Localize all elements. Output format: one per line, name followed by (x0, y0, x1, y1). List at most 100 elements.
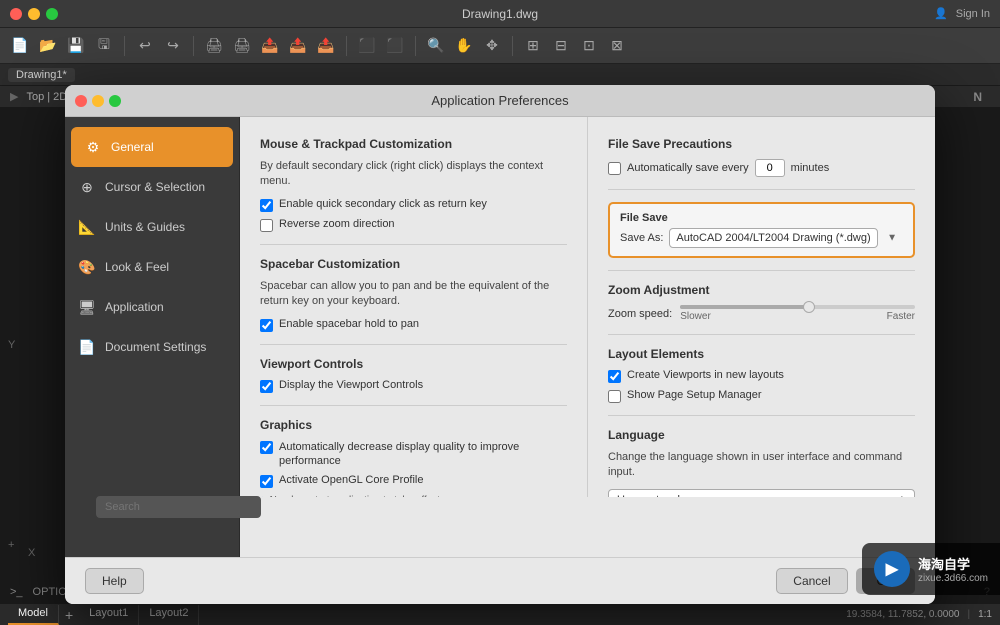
mouse-desc: By default secondary click (right click)… (260, 159, 567, 190)
separator-4 (415, 36, 416, 56)
display-viewport-checkbox[interactable] (260, 380, 273, 393)
search-input[interactable] (96, 496, 261, 518)
auto-decrease-checkbox[interactable] (260, 441, 273, 454)
enable-quick-secondary-label: Enable quick secondary click as return k… (279, 198, 487, 210)
command-prompt: >_ (10, 586, 23, 598)
mouse-section-title: Mouse & Trackpad Customization (260, 137, 567, 151)
print-button[interactable]: 🖨 (202, 34, 226, 58)
view1-button[interactable]: ⊞ (521, 34, 545, 58)
general-label: General (111, 140, 154, 154)
sidebar-item-document[interactable]: 📄 Document Settings (65, 327, 239, 367)
dialog-minimize[interactable] (92, 95, 104, 107)
save-as-select[interactable]: AutoCAD 2004/LT2004 Drawing (*.dwg) (669, 228, 878, 248)
print2-button[interactable]: 🖨 (230, 34, 254, 58)
cursor-label: Cursor & Selection (105, 180, 205, 194)
look-icon: 🎨 (77, 257, 97, 277)
separator-3 (346, 36, 347, 56)
spacebar-section-title: Spacebar Customization (260, 257, 567, 271)
view2-button[interactable]: ⊟ (549, 34, 573, 58)
file-save-precautions-title: File Save Precautions (608, 137, 915, 151)
minimize-button[interactable] (28, 8, 40, 20)
divider-5 (608, 189, 915, 190)
save-button[interactable]: 💾 (64, 34, 88, 58)
create-viewports-checkbox[interactable] (608, 370, 621, 383)
autosave-checkbox[interactable] (608, 162, 621, 175)
sign-in-label[interactable]: Sign In (956, 8, 990, 20)
tab-layout2[interactable]: Layout2 (139, 605, 199, 625)
enable-quick-secondary-row: Enable quick secondary click as return k… (260, 198, 567, 212)
sidebar-item-application[interactable]: 🖥 Application (65, 287, 239, 327)
close-button[interactable] (10, 8, 22, 20)
scale-display: 1:1 (978, 609, 992, 620)
sidebar-item-units[interactable]: 📐 Units & Guides (65, 207, 239, 247)
maximize-button[interactable] (46, 8, 58, 20)
enable-spacebar-checkbox[interactable] (260, 319, 273, 332)
display-viewport-row: Display the Viewport Controls (260, 379, 567, 393)
graphics-section-title: Graphics (260, 418, 567, 432)
dialog-maximize[interactable] (109, 95, 121, 107)
bottom-bar: Model + Layout1 Layout2 19.3584, 11.7852… (0, 603, 1000, 625)
tab-model[interactable]: Model (8, 605, 59, 625)
display-viewport-label: Display the Viewport Controls (279, 379, 423, 391)
redo-button[interactable]: ↪ (161, 34, 185, 58)
title-bar: Drawing1.dwg 👤 Sign In (0, 0, 1000, 28)
enable-quick-secondary-checkbox[interactable] (260, 199, 273, 212)
export2-button[interactable]: 📤 (286, 34, 310, 58)
open-button[interactable]: 📂 (36, 34, 60, 58)
show-page-setup-row: Show Page Setup Manager (608, 389, 915, 403)
divider-3 (260, 405, 567, 406)
export-button[interactable]: 📤 (258, 34, 282, 58)
dialog-close[interactable] (75, 95, 87, 107)
zoom-slider-track[interactable] (680, 305, 915, 309)
publish2-button[interactable]: ⬛ (383, 34, 407, 58)
minutes-label: minutes (791, 162, 830, 174)
file-save-box: File Save Save As: AutoCAD 2004/LT2004 D… (608, 202, 915, 258)
tab-drawing[interactable]: Drawing1* (8, 68, 75, 82)
view3-button[interactable]: ⊡ (577, 34, 601, 58)
opengl-checkbox[interactable] (260, 475, 273, 488)
move-button[interactable]: ✥ (480, 34, 504, 58)
cancel-button[interactable]: Cancel (776, 568, 847, 594)
divider-1 (260, 244, 567, 245)
pan-button[interactable]: ✋ (452, 34, 476, 58)
zoom-slider-thumb[interactable] (803, 301, 815, 313)
application-label: Application (105, 300, 164, 314)
save-as-button[interactable]: 🖫 (92, 34, 116, 58)
autosave-minutes-input[interactable] (755, 159, 785, 177)
sidebar-item-look[interactable]: 🎨 Look & Feel (65, 247, 239, 287)
sidebar-item-cursor[interactable]: ⊕ Cursor & Selection (65, 167, 239, 207)
search-button[interactable]: 🔍 (424, 34, 448, 58)
enable-spacebar-label: Enable spacebar hold to pan (279, 318, 419, 330)
watermark-text-block: 海淘自学 zixue.3d66.com (918, 554, 988, 584)
dialog-overlay: Application Preferences ⚙ General ⊕ Curs… (0, 108, 1000, 581)
publish-button[interactable]: ⬛ (355, 34, 379, 58)
create-viewports-label: Create Viewports in new layouts (627, 369, 784, 381)
traffic-lights (10, 8, 58, 20)
reverse-zoom-checkbox[interactable] (260, 219, 273, 232)
sidebar-item-general[interactable]: ⚙ General (71, 127, 233, 167)
viewport-arrow: ▶ (10, 90, 18, 103)
info-icon-1: ℹ (260, 495, 265, 497)
view4-button[interactable]: ⊠ (605, 34, 629, 58)
show-page-setup-checkbox[interactable] (608, 390, 621, 403)
zoom-slider-container: Slower Faster (680, 305, 915, 322)
canvas-area: Y + X Application Preferences ⚙ Gene (0, 108, 1000, 581)
language-title: Language (608, 428, 915, 442)
language-select[interactable]: Use system language (608, 489, 915, 497)
user-icon: 👤 (934, 7, 948, 20)
dialog-footer: Help Cancel OK (65, 557, 935, 604)
add-layout-button[interactable]: + (59, 605, 79, 625)
help-button[interactable]: Help (85, 568, 144, 594)
dialog-traffic-lights (75, 95, 121, 107)
dialog-sidebar: ⚙ General ⊕ Cursor & Selection 📐 Units &… (65, 117, 240, 557)
export3-button[interactable]: 📤 (314, 34, 338, 58)
divider-2 (260, 344, 567, 345)
undo-button[interactable]: ↩ (133, 34, 157, 58)
zoom-speed-label: Zoom speed: (608, 308, 672, 320)
new-button[interactable]: 📄 (8, 34, 32, 58)
preferences-dialog: Application Preferences ⚙ General ⊕ Curs… (65, 85, 935, 604)
status-bar: 19.3584, 11.7852, 0.0000 | 1:1 (846, 609, 992, 620)
zoom-slider-fill (680, 305, 809, 309)
tab-layout1[interactable]: Layout1 (79, 605, 139, 625)
viewport-section-title: Viewport Controls (260, 357, 567, 371)
